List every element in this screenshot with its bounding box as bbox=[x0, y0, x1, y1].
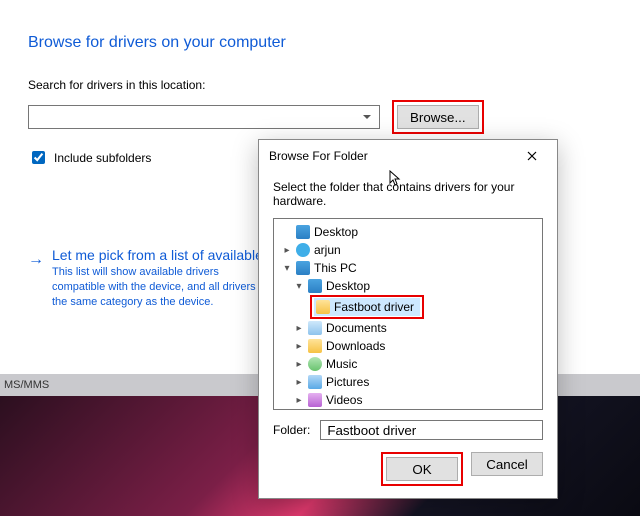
tree-node-pc-desktop[interactable]: ▾ Desktop bbox=[280, 277, 536, 295]
page-title: Browse for drivers on your computer bbox=[28, 34, 612, 52]
search-location-label: Search for drivers in this location: bbox=[28, 78, 612, 92]
music-icon bbox=[308, 357, 322, 371]
ok-button[interactable]: OK bbox=[386, 457, 458, 481]
browse-for-folder-dialog: Browse For Folder Select the folder that… bbox=[258, 139, 558, 499]
arrow-right-icon: → bbox=[28, 251, 44, 269]
documents-icon bbox=[308, 321, 322, 335]
location-dropdown[interactable] bbox=[28, 105, 380, 129]
tree-node-fastboot[interactable]: Fastboot driver bbox=[314, 298, 420, 316]
tree-node-music[interactable]: ▸ Music bbox=[280, 355, 536, 373]
chevron-right-icon[interactable]: ▸ bbox=[294, 359, 304, 370]
tree-node-thispc[interactable]: ▾ This PC bbox=[280, 259, 536, 277]
downloads-icon bbox=[308, 339, 322, 353]
highlight-browse: Browse... bbox=[392, 100, 484, 134]
folder-tree[interactable]: Desktop ▸ arjun ▾ This PC ▾ Desktop bbox=[273, 218, 543, 410]
tree-node-pictures[interactable]: ▸ Pictures bbox=[280, 373, 536, 391]
include-subfolders-checkbox[interactable] bbox=[32, 151, 45, 164]
chevron-right-icon[interactable]: ▸ bbox=[294, 377, 304, 388]
folder-icon bbox=[316, 300, 330, 314]
folder-input[interactable] bbox=[320, 420, 543, 440]
user-icon bbox=[296, 243, 310, 257]
tree-node-user[interactable]: ▸ arjun bbox=[280, 241, 536, 259]
chevron-right-icon[interactable]: ▸ bbox=[282, 245, 292, 256]
chevron-right-icon[interactable]: ▸ bbox=[294, 323, 304, 334]
browse-button[interactable]: Browse... bbox=[397, 105, 479, 129]
tree-node-desktop[interactable]: Desktop bbox=[280, 223, 536, 241]
videos-icon bbox=[308, 393, 322, 407]
include-subfolders-label: Include subfolders bbox=[54, 151, 151, 165]
dialog-message: Select the folder that contains drivers … bbox=[273, 180, 543, 208]
folder-field-label: Folder: bbox=[273, 423, 310, 437]
desktop-icon bbox=[296, 225, 310, 239]
chevron-right-icon[interactable]: ▸ bbox=[294, 341, 304, 352]
let-me-pick-desc: This list will show available drivers co… bbox=[52, 265, 272, 310]
desktop-icon bbox=[308, 279, 322, 293]
close-icon[interactable] bbox=[517, 146, 547, 166]
chevron-down-icon[interactable]: ▾ bbox=[282, 263, 292, 274]
chevron-right-icon[interactable]: ▸ bbox=[294, 395, 304, 406]
tree-node-documents[interactable]: ▸ Documents bbox=[280, 319, 536, 337]
highlight-fastboot: Fastboot driver bbox=[310, 295, 424, 319]
chevron-down-icon[interactable]: ▾ bbox=[294, 281, 304, 292]
pc-icon bbox=[296, 261, 310, 275]
highlight-ok: OK bbox=[381, 452, 463, 486]
dialog-title: Browse For Folder bbox=[269, 149, 368, 163]
pictures-icon bbox=[308, 375, 322, 389]
tree-node-fastboot-wrap: Fastboot driver bbox=[280, 295, 536, 319]
tree-node-videos[interactable]: ▸ Videos bbox=[280, 391, 536, 409]
cancel-button[interactable]: Cancel bbox=[471, 452, 543, 476]
tree-node-downloads[interactable]: ▸ Downloads bbox=[280, 337, 536, 355]
